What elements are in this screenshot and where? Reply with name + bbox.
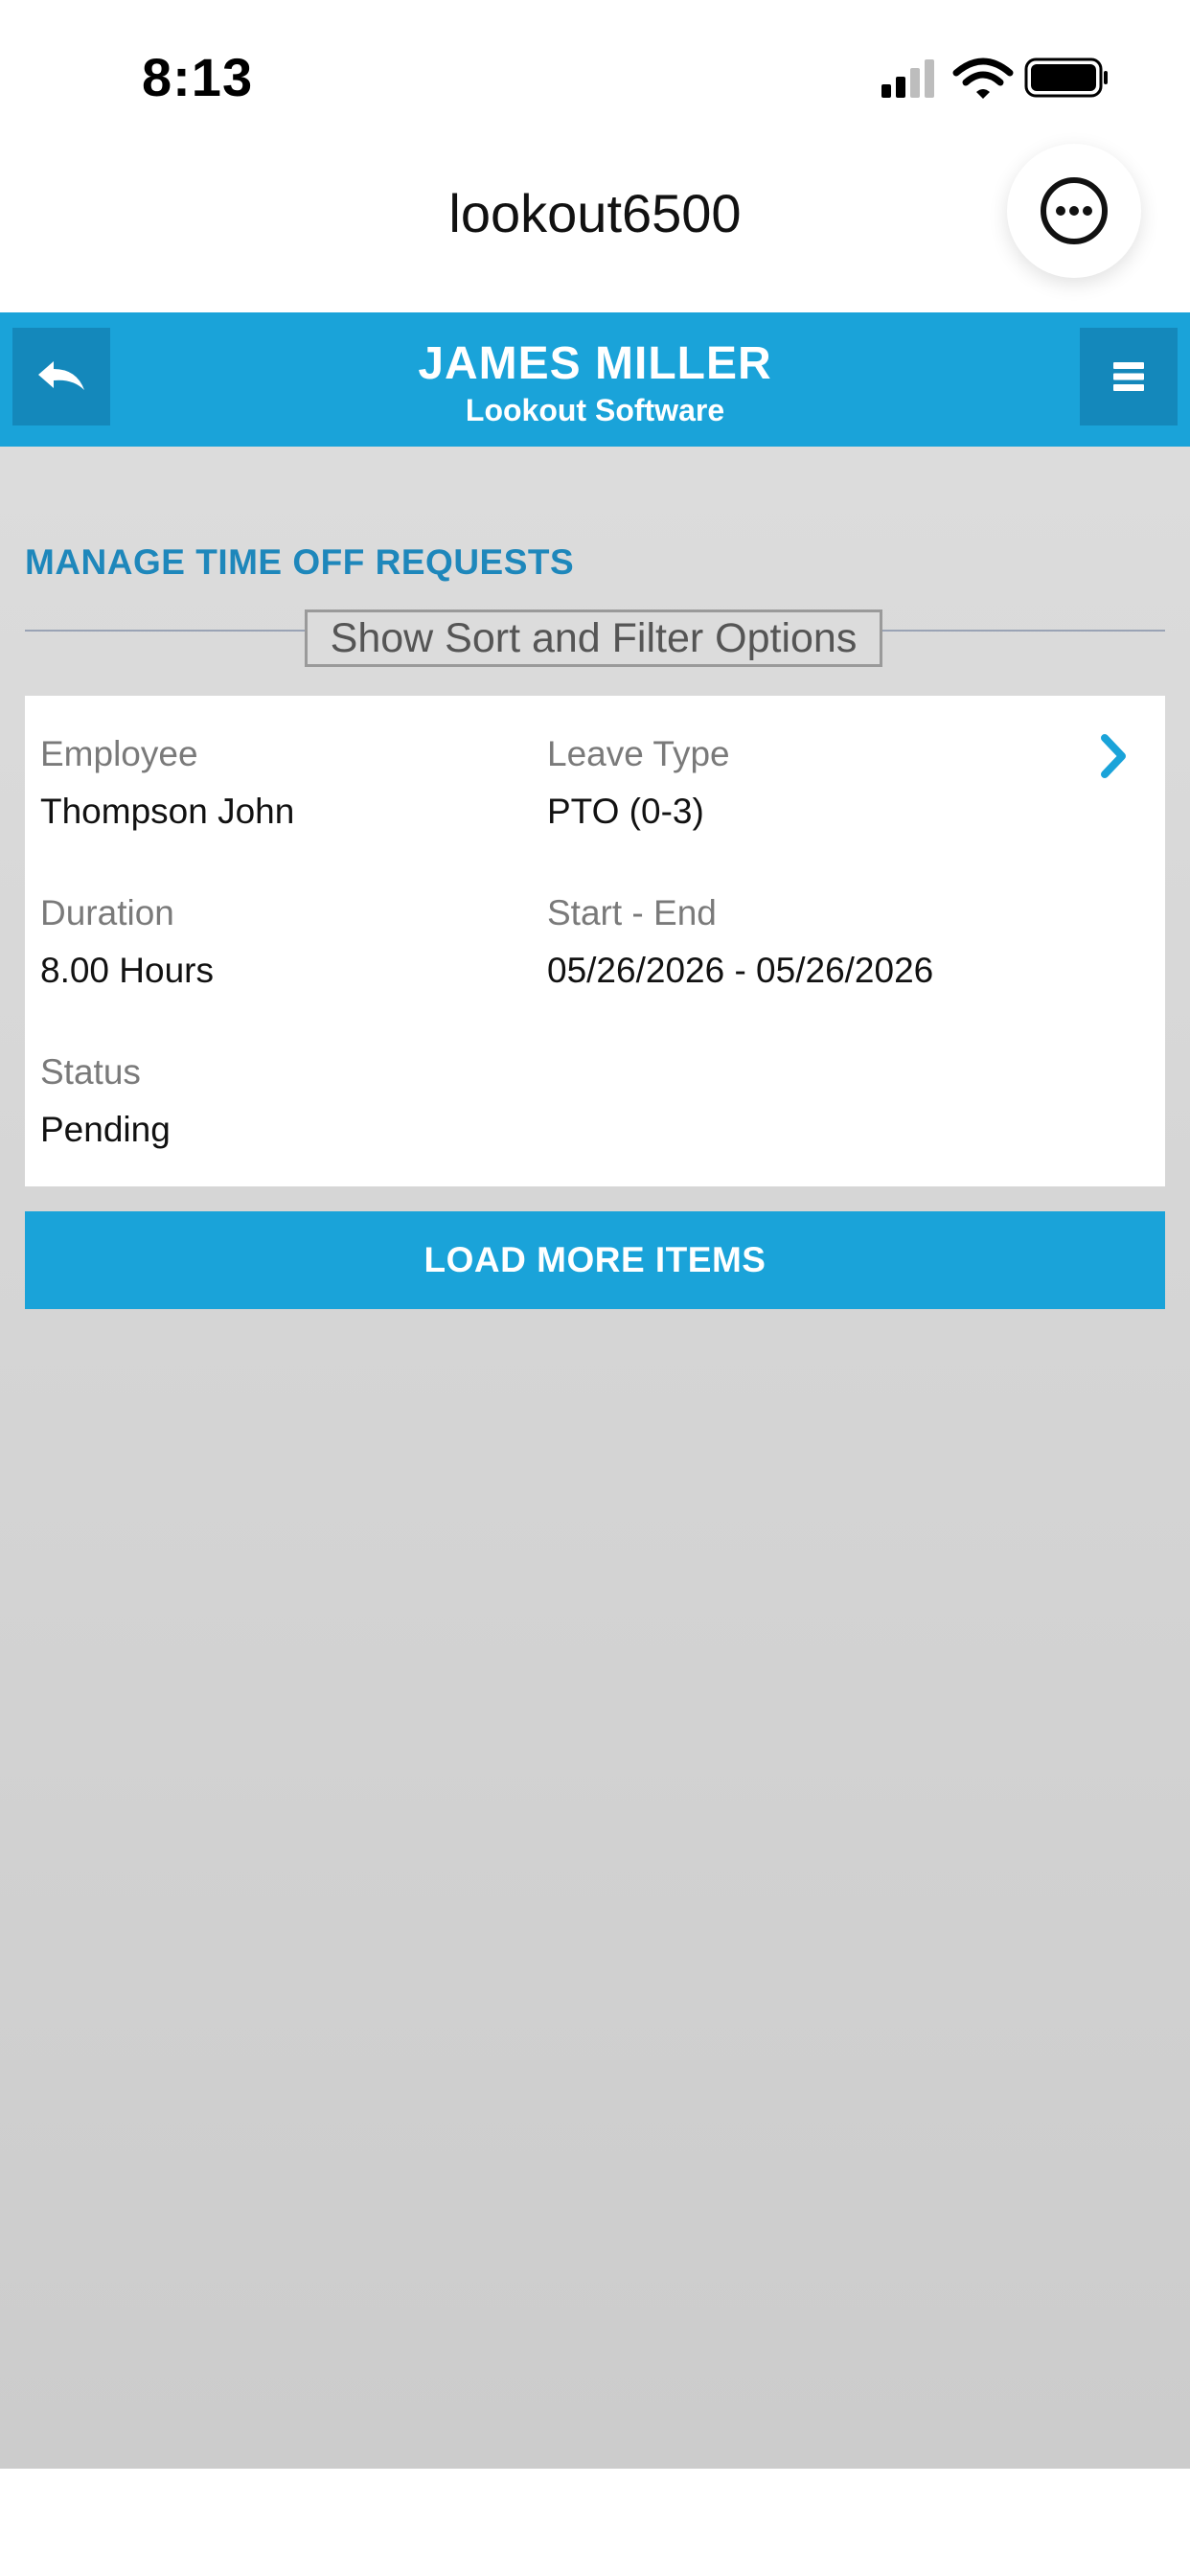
- status-bar: 8:13: [0, 0, 1190, 153]
- main-content: MANAGE TIME OFF REQUESTS Show Sort and F…: [0, 447, 1190, 2469]
- chevron-right-icon[interactable]: [1095, 732, 1133, 780]
- start-end-value: 05/26/2026 - 05/26/2026: [547, 951, 934, 990]
- battery-icon: [1024, 58, 1108, 98]
- page-title: MANAGE TIME OFF REQUESTS: [25, 542, 575, 582]
- status-time: 8:13: [142, 47, 254, 107]
- duration-value: 8.00 Hours: [40, 951, 214, 990]
- time-off-request-card[interactable]: Employee Thompson John Leave Type PTO (0…: [25, 696, 1165, 1186]
- bottom-safe-area: [0, 2469, 1190, 2576]
- company-subtitle: Lookout Software: [465, 393, 725, 427]
- status-value: Pending: [40, 1110, 171, 1149]
- leave-type-value: PTO (0-3): [547, 792, 704, 831]
- wifi-icon: [952, 58, 1014, 99]
- load-more-button[interactable]: LOAD MORE ITEMS: [25, 1211, 1165, 1309]
- employee-label: Employee: [40, 734, 198, 773]
- leave-type-label: Leave Type: [547, 734, 730, 773]
- employee-value: Thompson John: [40, 792, 295, 831]
- menu-button[interactable]: [1080, 328, 1178, 426]
- more-options-button[interactable]: [1007, 144, 1141, 278]
- user-name-title: JAMES MILLER: [418, 338, 772, 389]
- status-label: Status: [40, 1052, 141, 1092]
- status-icons: [860, 56, 1110, 102]
- hamburger-menu-icon: [1113, 362, 1144, 391]
- sort-filter-toggle[interactable]: Show Sort and Filter Options: [305, 610, 882, 667]
- app-header: JAMES MILLER Lookout Software: [0, 312, 1190, 447]
- more-options-icon: [1041, 177, 1108, 244]
- duration-label: Duration: [40, 893, 174, 932]
- start-end-label: Start - End: [547, 893, 717, 932]
- signal-icon: [881, 59, 934, 98]
